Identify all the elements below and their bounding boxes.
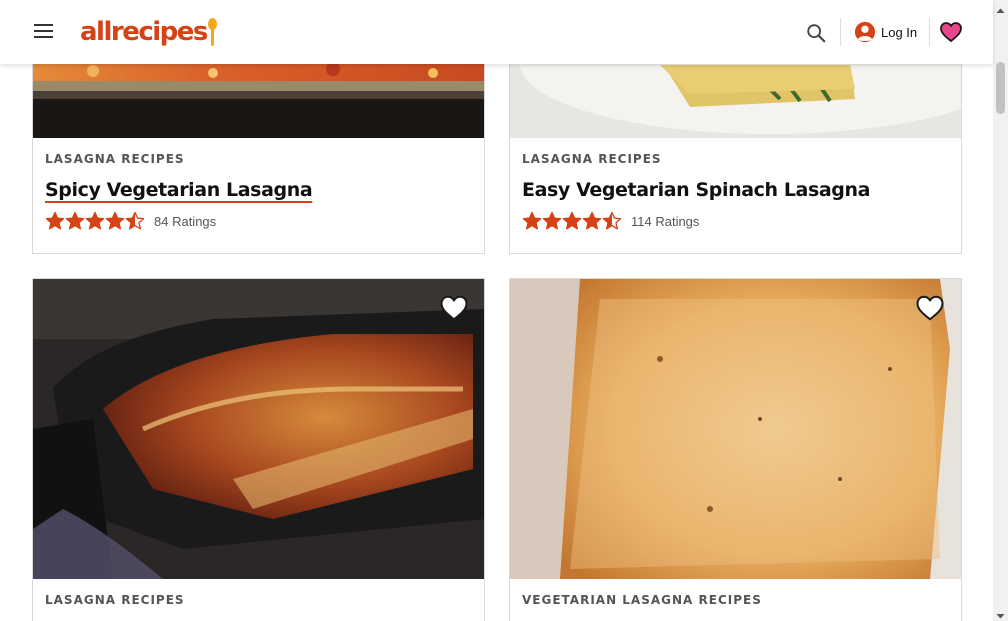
ratings-count: 84 Ratings [154, 213, 217, 229]
login-label: Log In [881, 24, 918, 40]
logo-text: allrecipes [80, 17, 208, 47]
scroll-down-arrow-icon[interactable] [993, 607, 1008, 619]
recipe-title[interactable]: Easy Vegetarian Spinach Lasagna [522, 179, 942, 201]
header-divider [929, 18, 930, 46]
recipe-title[interactable]: Spicy Vegetarian Lasagna [45, 179, 465, 201]
star-full-icon [105, 211, 125, 230]
recipe-card[interactable]: LASAGNA RECIPES [32, 278, 485, 621]
recipe-category-tag: LASAGNA RECIPES [522, 152, 662, 166]
star-half-icon [125, 211, 145, 230]
user-icon [854, 21, 876, 43]
heart-outline-icon [916, 295, 944, 321]
search-icon [807, 24, 826, 43]
star-full-icon [65, 211, 85, 230]
recipe-card-info: LASAGNA RECIPES Spicy Vegetarian Lasagna… [45, 152, 465, 231]
recipe-card-info: LASAGNA RECIPES Easy Vegetarian Spinach … [522, 152, 942, 231]
star-full-icon [85, 211, 105, 230]
recipe-image[interactable] [33, 279, 484, 579]
vertical-scrollbar[interactable] [993, 0, 1008, 621]
heart-icon [940, 22, 962, 43]
login-button[interactable]: Log In [854, 21, 917, 43]
star-full-icon [542, 211, 562, 230]
recipe-image[interactable] [510, 279, 961, 579]
allrecipes-logo[interactable]: allrecipes [80, 14, 219, 50]
recipe-category-tag: LASAGNA RECIPES [45, 152, 185, 166]
heart-outline-icon [440, 295, 468, 321]
scroll-up-arrow-icon[interactable] [993, 2, 1008, 14]
star-rating [45, 211, 145, 231]
recipe-card-info: LASAGNA RECIPES [45, 593, 465, 607]
star-half-icon [602, 211, 622, 230]
rating: 114 Ratings [522, 211, 942, 231]
recipe-card-info: VEGETARIAN LASAGNA RECIPES [522, 593, 942, 607]
favorites-button[interactable] [939, 20, 963, 44]
rating: 84 Ratings [45, 211, 465, 231]
recipe-category-tag: VEGETARIAN LASAGNA RECIPES [522, 593, 762, 607]
hamburger-menu-icon[interactable] [34, 24, 54, 40]
search-button[interactable] [805, 22, 827, 44]
site-header: allrecipes Log In [0, 0, 993, 64]
header-divider [840, 18, 841, 46]
recipe-category-tag: LASAGNA RECIPES [45, 593, 185, 607]
scrollbar-thumb[interactable] [996, 62, 1005, 114]
save-recipe-button[interactable] [915, 293, 945, 323]
star-rating [522, 211, 622, 231]
star-full-icon [582, 211, 602, 230]
ratings-count: 114 Ratings [631, 213, 700, 229]
spoon-icon [207, 16, 219, 50]
save-recipe-button[interactable] [439, 293, 469, 323]
star-full-icon [522, 211, 542, 230]
recipe-card[interactable]: VEGETARIAN LASAGNA RECIPES [509, 278, 962, 621]
star-full-icon [45, 211, 65, 230]
star-full-icon [562, 211, 582, 230]
